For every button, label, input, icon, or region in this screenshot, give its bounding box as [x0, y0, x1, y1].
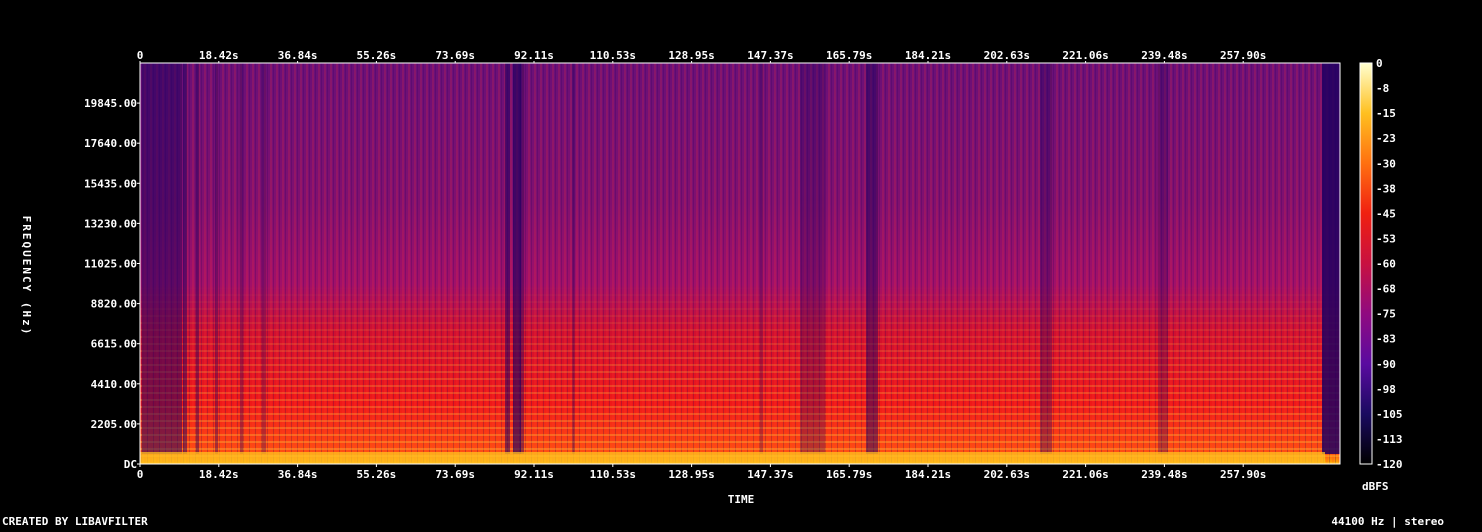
quiet-column: [800, 63, 825, 454]
y-tick-label: DC: [124, 458, 137, 471]
colorbar-tick-label: -15: [1376, 107, 1396, 120]
x-tick-label-top: 184.21s: [905, 49, 951, 62]
quiet-column: [760, 63, 763, 454]
colorbar-label: dBFS: [1362, 480, 1389, 493]
x-tick-label-bottom: 110.53s: [590, 468, 636, 481]
y-axis-label: FREQUENCY (Hz): [20, 216, 33, 337]
x-tick-label-bottom: 184.21s: [905, 468, 951, 481]
x-tick-label-bottom: 128.95s: [668, 468, 714, 481]
colorbar-tick-label: -75: [1376, 308, 1396, 321]
colorbar-ticks: 0 -8 -15 -23 -30 -38 -45 -53 -60 -68 -75 -83 -90 -98 -…: [1376, 57, 1403, 471]
x-tick-label-top: 92.11s: [514, 49, 554, 62]
y-tick-label: 13230.00: [84, 217, 137, 230]
x-tick-label-top: 202.63s: [984, 49, 1030, 62]
colorbar-tick-label: -30: [1376, 157, 1396, 170]
quiet-column: [142, 63, 182, 454]
x-tick-label-top: 221.06s: [1062, 49, 1108, 62]
x-tick-label-bottom: 202.63s: [984, 468, 1030, 481]
y-tick-label: 19845.00: [84, 97, 137, 110]
x-axis-label: TIME: [728, 493, 755, 506]
quiet-column: [505, 63, 510, 454]
colorbar-tick-label: -105: [1376, 408, 1403, 421]
x-tick-label-bottom: 221.06s: [1062, 468, 1108, 481]
quiet-column: [1158, 63, 1168, 454]
plot-area: [139, 62, 1341, 465]
spectrogram-dc-band: [140, 452, 1325, 464]
quiet-column: [572, 63, 575, 454]
footer-credit: CREATED BY LIBAVFILTER: [2, 515, 148, 528]
quiet-column: [1040, 63, 1052, 454]
footer-format: 44100 Hz | stereo: [1331, 515, 1444, 528]
x-tick-label-bottom: 73.69s: [435, 468, 475, 481]
quiet-column: [1322, 63, 1340, 454]
x-tick-label-top: 36.84s: [278, 49, 318, 62]
quiet-column: [240, 63, 243, 454]
x-tick-label-top: 239.48s: [1141, 49, 1187, 62]
x-tick-label-bottom: 18.42s: [199, 468, 239, 481]
y-tick-label: 2205.00: [91, 418, 137, 431]
quiet-column: [513, 63, 521, 454]
x-axis-bottom: 0 18.42s 36.84s 55.26s 73.69s 92.11s 110.53s 12…: [137, 464, 1266, 481]
x-tick-label-top: 18.42s: [199, 49, 239, 62]
x-tick-label-top: 128.95s: [668, 49, 714, 62]
x-tick-label-bottom: 0: [137, 468, 144, 481]
colorbar-gradient: [1359, 62, 1373, 465]
colorbar-tick-label: -90: [1376, 358, 1396, 371]
y-tick-label: 6615.00: [91, 338, 137, 351]
x-tick-label-bottom: 92.11s: [514, 468, 554, 481]
x-tick-label-bottom: 55.26s: [357, 468, 397, 481]
colorbar-tick-label: -23: [1376, 132, 1396, 145]
colorbar-tick-label: -68: [1376, 283, 1396, 296]
colorbar-tick-label: -60: [1376, 258, 1396, 271]
quiet-column: [196, 63, 199, 454]
y-axis: DC 2205.00 4410.00 6615.00 8820.00 11025.00 13…: [84, 97, 140, 471]
colorbar-tick-label: -113: [1376, 433, 1403, 446]
y-tick-label: 8820.00: [91, 298, 137, 311]
y-tick-label: 4410.00: [91, 378, 137, 391]
quiet-column: [866, 63, 878, 454]
colorbar-tick-label: -45: [1376, 207, 1396, 220]
x-tick-label-bottom: 239.48s: [1141, 468, 1187, 481]
x-tick-label-top: 165.79s: [826, 49, 872, 62]
x-tick-label-bottom: 147.37s: [747, 468, 793, 481]
x-tick-label-top: 55.26s: [357, 49, 397, 62]
colorbar-tick-label: -38: [1376, 182, 1396, 195]
colorbar-tick-label: -98: [1376, 383, 1396, 396]
quiet-column: [183, 63, 187, 454]
quiet-column: [215, 63, 218, 454]
y-tick-label: 17640.00: [84, 137, 137, 150]
x-tick-label-top: 257.90s: [1220, 49, 1266, 62]
x-tick-label-top: 73.69s: [435, 49, 475, 62]
x-tick-label-bottom: 257.90s: [1220, 468, 1266, 481]
colorbar-tick-label: -83: [1376, 333, 1396, 346]
x-tick-label-bottom: 36.84s: [278, 468, 318, 481]
colorbar-tick-label: -8: [1376, 82, 1389, 95]
x-tick-label-top: 110.53s: [590, 49, 636, 62]
x-tick-label-top: 147.37s: [747, 49, 793, 62]
quiet-column: [262, 63, 266, 454]
colorbar-tick-label: -120: [1376, 458, 1403, 471]
colorbar: 0 -8 -15 -23 -30 -38 -45 -53 -60 -68 -75 -83 -90 -98 -…: [1359, 57, 1403, 493]
y-tick-label: 15435.00: [84, 177, 137, 190]
x-axis-top: 0 18.42s 36.84s 55.26s 73.69s 92.11s 110.53s 12…: [137, 49, 1266, 63]
quiet-column: [520, 63, 524, 454]
spectrogram-chart: 0 18.42s 36.84s 55.26s 73.69s 92.11s 110.53s 12…: [2, 49, 1444, 528]
x-tick-label-bottom: 165.79s: [826, 468, 872, 481]
colorbar-tick-label: -53: [1376, 232, 1396, 245]
x-tick-label-top: 0: [137, 49, 144, 62]
y-tick-label: 11025.00: [84, 258, 137, 271]
colorbar-tick-label: 0: [1376, 57, 1383, 70]
